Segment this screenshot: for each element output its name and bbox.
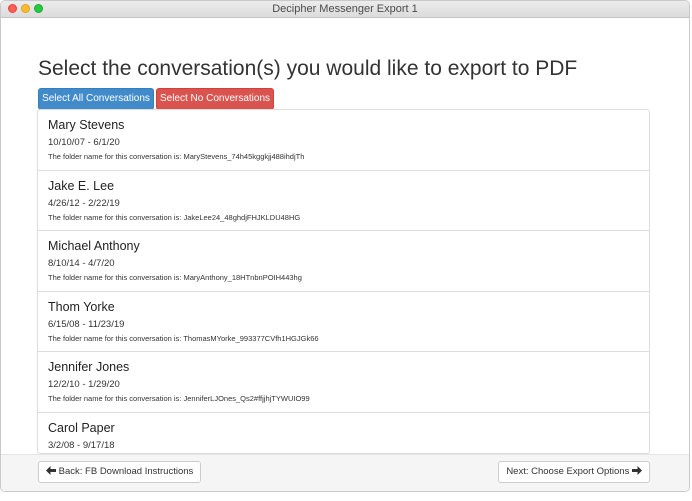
conversation-date-range: 10/10/07 - 6/1/20 [48,137,120,148]
conversation-list: Mary Stevens 10/10/07 - 6/1/20 The folde… [37,109,650,454]
next-button-label: Next: Choose Export Options [506,466,630,477]
conversation-name: Carol Paper [48,420,115,435]
conversation-name: Thom Yorke [48,299,115,314]
select-all-conversations-button[interactable]: Select All Conversations [38,88,154,110]
conversation-item[interactable]: Michael Anthony 8/10/14 - 4/7/20 The fol… [38,231,649,292]
select-no-conversations-button[interactable]: Select No Conversations [156,88,274,110]
arrow-right-icon [632,466,642,475]
conversation-folder-name: The folder name for this conversation is… [48,212,301,222]
next-button[interactable]: Next: Choose Export Options [498,461,650,483]
conversation-item[interactable]: Mary Stevens 10/10/07 - 6/1/20 The folde… [38,110,649,171]
conversation-item[interactable]: Jennifer Jones 12/2/10 - 1/29/20 The fol… [38,352,649,413]
footer-bar: Back: FB Download Instructions Next: Cho… [1,454,689,491]
conversation-name: Mary Stevens [48,118,125,132]
conversation-date-range: 8/10/14 - 4/7/20 [48,258,115,269]
conversation-folder-name: The folder name for this conversation is… [48,273,302,282]
main-content: Select the conversation(s) you would lik… [1,18,689,491]
back-button[interactable]: Back: FB Download Instructions [38,461,202,483]
back-button-label: Back: FB Download Instructions [58,466,194,477]
conversation-date-range: 12/2/10 - 1/29/20 [48,379,120,390]
conversation-name: Jennifer Jones [48,360,130,374]
conversation-date-range: 3/2/08 - 9/17/18 [48,439,115,451]
conversation-name: Michael Anthony [48,239,140,253]
conversation-folder-name: The folder name for this conversation is… [48,152,305,161]
conversation-folder-name: The folder name for this conversation is… [48,333,319,343]
conversation-item[interactable]: Carol Paper 3/2/08 - 9/17/18 [38,413,649,454]
arrow-left-icon [46,466,56,475]
app-window: Decipher Messenger Export 1 Select the c… [0,0,690,492]
conversation-date-range: 6/15/08 - 11/23/19 [48,318,125,330]
conversation-name: Jake E. Lee [48,178,115,193]
conversation-item[interactable]: Thom Yorke 6/15/08 - 11/23/19 The folder… [38,292,649,352]
conversation-item[interactable]: Jake E. Lee 4/26/12 - 2/22/19 The folder… [38,171,649,231]
conversation-date-range: 4/26/12 - 2/22/19 [48,197,120,209]
page-title: Select the conversation(s) you would lik… [38,57,578,80]
title-bar: Decipher Messenger Export 1 [1,1,689,18]
window-title: Decipher Messenger Export 1 [272,3,418,15]
conversation-folder-name: The folder name for this conversation is… [48,394,310,403]
